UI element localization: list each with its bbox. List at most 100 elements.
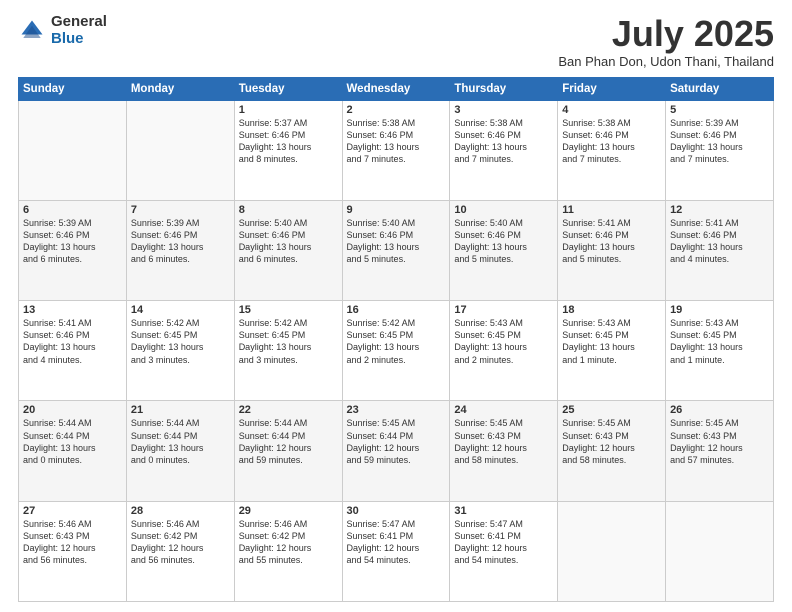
logo-text: General Blue bbox=[51, 14, 107, 47]
day-info: Sunrise: 5:42 AM Sunset: 6:45 PM Dayligh… bbox=[239, 317, 338, 366]
table-row: 2Sunrise: 5:38 AM Sunset: 6:46 PM Daylig… bbox=[342, 100, 450, 200]
calendar-week-3: 13Sunrise: 5:41 AM Sunset: 6:46 PM Dayli… bbox=[19, 301, 774, 401]
day-info: Sunrise: 5:44 AM Sunset: 6:44 PM Dayligh… bbox=[131, 417, 230, 466]
logo-icon bbox=[18, 17, 46, 45]
day-info: Sunrise: 5:47 AM Sunset: 6:41 PM Dayligh… bbox=[454, 518, 553, 567]
day-number: 20 bbox=[23, 404, 122, 416]
table-row bbox=[126, 100, 234, 200]
table-row bbox=[558, 501, 666, 601]
table-row: 13Sunrise: 5:41 AM Sunset: 6:46 PM Dayli… bbox=[19, 301, 127, 401]
day-info: Sunrise: 5:39 AM Sunset: 6:46 PM Dayligh… bbox=[23, 217, 122, 266]
day-info: Sunrise: 5:43 AM Sunset: 6:45 PM Dayligh… bbox=[454, 317, 553, 366]
table-row: 7Sunrise: 5:39 AM Sunset: 6:46 PM Daylig… bbox=[126, 200, 234, 300]
day-number: 16 bbox=[347, 304, 446, 316]
table-row: 11Sunrise: 5:41 AM Sunset: 6:46 PM Dayli… bbox=[558, 200, 666, 300]
header-monday: Monday bbox=[126, 77, 234, 100]
location: Ban Phan Don, Udon Thani, Thailand bbox=[558, 54, 774, 69]
day-number: 14 bbox=[131, 304, 230, 316]
table-row: 5Sunrise: 5:39 AM Sunset: 6:46 PM Daylig… bbox=[666, 100, 774, 200]
table-row: 24Sunrise: 5:45 AM Sunset: 6:43 PM Dayli… bbox=[450, 401, 558, 501]
day-number: 31 bbox=[454, 505, 553, 517]
day-info: Sunrise: 5:45 AM Sunset: 6:43 PM Dayligh… bbox=[454, 417, 553, 466]
calendar-week-2: 6Sunrise: 5:39 AM Sunset: 6:46 PM Daylig… bbox=[19, 200, 774, 300]
day-info: Sunrise: 5:46 AM Sunset: 6:42 PM Dayligh… bbox=[239, 518, 338, 567]
day-number: 2 bbox=[347, 104, 446, 116]
day-info: Sunrise: 5:38 AM Sunset: 6:46 PM Dayligh… bbox=[454, 117, 553, 166]
day-number: 19 bbox=[670, 304, 769, 316]
day-info: Sunrise: 5:46 AM Sunset: 6:43 PM Dayligh… bbox=[23, 518, 122, 567]
table-row: 1Sunrise: 5:37 AM Sunset: 6:46 PM Daylig… bbox=[234, 100, 342, 200]
day-info: Sunrise: 5:45 AM Sunset: 6:44 PM Dayligh… bbox=[347, 417, 446, 466]
day-info: Sunrise: 5:43 AM Sunset: 6:45 PM Dayligh… bbox=[562, 317, 661, 366]
table-row: 22Sunrise: 5:44 AM Sunset: 6:44 PM Dayli… bbox=[234, 401, 342, 501]
day-number: 9 bbox=[347, 204, 446, 216]
day-info: Sunrise: 5:41 AM Sunset: 6:46 PM Dayligh… bbox=[562, 217, 661, 266]
day-number: 25 bbox=[562, 404, 661, 416]
table-row: 3Sunrise: 5:38 AM Sunset: 6:46 PM Daylig… bbox=[450, 100, 558, 200]
day-number: 6 bbox=[23, 204, 122, 216]
day-number: 7 bbox=[131, 204, 230, 216]
day-info: Sunrise: 5:46 AM Sunset: 6:42 PM Dayligh… bbox=[131, 518, 230, 567]
day-number: 1 bbox=[239, 104, 338, 116]
header-wednesday: Wednesday bbox=[342, 77, 450, 100]
day-info: Sunrise: 5:45 AM Sunset: 6:43 PM Dayligh… bbox=[670, 417, 769, 466]
day-info: Sunrise: 5:39 AM Sunset: 6:46 PM Dayligh… bbox=[670, 117, 769, 166]
table-row: 18Sunrise: 5:43 AM Sunset: 6:45 PM Dayli… bbox=[558, 301, 666, 401]
logo-general: General bbox=[51, 14, 107, 31]
table-row: 27Sunrise: 5:46 AM Sunset: 6:43 PM Dayli… bbox=[19, 501, 127, 601]
header: General Blue July 2025 Ban Phan Don, Udo… bbox=[18, 14, 774, 69]
day-number: 11 bbox=[562, 204, 661, 216]
day-number: 10 bbox=[454, 204, 553, 216]
day-number: 27 bbox=[23, 505, 122, 517]
logo: General Blue bbox=[18, 14, 107, 47]
table-row: 31Sunrise: 5:47 AM Sunset: 6:41 PM Dayli… bbox=[450, 501, 558, 601]
calendar-header-row: Sunday Monday Tuesday Wednesday Thursday… bbox=[19, 77, 774, 100]
day-info: Sunrise: 5:43 AM Sunset: 6:45 PM Dayligh… bbox=[670, 317, 769, 366]
day-number: 18 bbox=[562, 304, 661, 316]
day-info: Sunrise: 5:37 AM Sunset: 6:46 PM Dayligh… bbox=[239, 117, 338, 166]
day-info: Sunrise: 5:42 AM Sunset: 6:45 PM Dayligh… bbox=[347, 317, 446, 366]
day-number: 28 bbox=[131, 505, 230, 517]
table-row: 10Sunrise: 5:40 AM Sunset: 6:46 PM Dayli… bbox=[450, 200, 558, 300]
month-title: July 2025 bbox=[558, 14, 774, 54]
table-row: 19Sunrise: 5:43 AM Sunset: 6:45 PM Dayli… bbox=[666, 301, 774, 401]
calendar-week-4: 20 Sunrise: 5:44 AM Sunset: 6:44 PM Dayli… bbox=[19, 401, 774, 501]
table-row bbox=[666, 501, 774, 601]
day-info: Sunrise: 5:42 AM Sunset: 6:45 PM Dayligh… bbox=[131, 317, 230, 366]
day-number: 17 bbox=[454, 304, 553, 316]
table-row: 28Sunrise: 5:46 AM Sunset: 6:42 PM Dayli… bbox=[126, 501, 234, 601]
calendar-table: Sunday Monday Tuesday Wednesday Thursday… bbox=[18, 77, 774, 602]
day-info: Sunrise: 5:47 AM Sunset: 6:41 PM Dayligh… bbox=[347, 518, 446, 567]
day-info: Sunrise: 5:40 AM Sunset: 6:46 PM Dayligh… bbox=[454, 217, 553, 266]
calendar-week-1: 1Sunrise: 5:37 AM Sunset: 6:46 PM Daylig… bbox=[19, 100, 774, 200]
day-info: Sunrise: 5:40 AM Sunset: 6:46 PM Dayligh… bbox=[347, 217, 446, 266]
table-row: 4Sunrise: 5:38 AM Sunset: 6:46 PM Daylig… bbox=[558, 100, 666, 200]
table-row: 21Sunrise: 5:44 AM Sunset: 6:44 PM Dayli… bbox=[126, 401, 234, 501]
day-number: 30 bbox=[347, 505, 446, 517]
table-row: 6Sunrise: 5:39 AM Sunset: 6:46 PM Daylig… bbox=[19, 200, 127, 300]
logo-blue: Blue bbox=[51, 31, 107, 48]
table-row: 29Sunrise: 5:46 AM Sunset: 6:42 PM Dayli… bbox=[234, 501, 342, 601]
day-number: 22 bbox=[239, 404, 338, 416]
day-number: 29 bbox=[239, 505, 338, 517]
table-row: 8Sunrise: 5:40 AM Sunset: 6:46 PM Daylig… bbox=[234, 200, 342, 300]
table-row: 20Sunrise: 5:44 AM Sunset: 6:44 PM Dayli… bbox=[19, 401, 127, 501]
title-block: July 2025 Ban Phan Don, Udon Thani, Thai… bbox=[558, 14, 774, 69]
header-thursday: Thursday bbox=[450, 77, 558, 100]
day-info: Sunrise: 5:45 AM Sunset: 6:43 PM Dayligh… bbox=[562, 417, 661, 466]
day-info: Sunrise: 5:38 AM Sunset: 6:46 PM Dayligh… bbox=[347, 117, 446, 166]
day-info: Sunrise: 5:40 AM Sunset: 6:46 PM Dayligh… bbox=[239, 217, 338, 266]
table-row: 16Sunrise: 5:42 AM Sunset: 6:45 PM Dayli… bbox=[342, 301, 450, 401]
table-row bbox=[19, 100, 127, 200]
day-info: Sunrise: 5:38 AM Sunset: 6:46 PM Dayligh… bbox=[562, 117, 661, 166]
day-number: 21 bbox=[131, 404, 230, 416]
table-row: 23Sunrise: 5:45 AM Sunset: 6:44 PM Dayli… bbox=[342, 401, 450, 501]
day-number: 26 bbox=[670, 404, 769, 416]
header-friday: Friday bbox=[558, 77, 666, 100]
header-sunday: Sunday bbox=[19, 77, 127, 100]
day-info: Sunrise: 5:44 AM Sunset: 6:44 PM Dayligh… bbox=[239, 417, 338, 466]
table-row: 30Sunrise: 5:47 AM Sunset: 6:41 PM Dayli… bbox=[342, 501, 450, 601]
day-info: Sunrise: 5:41 AM Sunset: 6:46 PM Dayligh… bbox=[23, 317, 122, 366]
day-number: 4 bbox=[562, 104, 661, 116]
page: General Blue July 2025 Ban Phan Don, Udo… bbox=[0, 0, 792, 612]
